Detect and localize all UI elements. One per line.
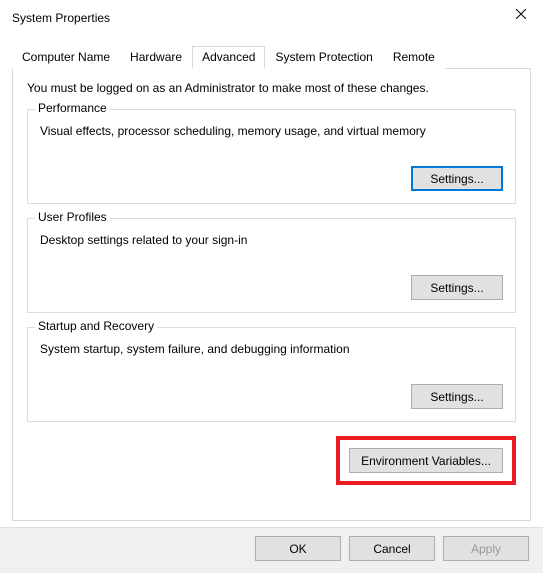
tab-content-advanced: You must be logged on as an Administrato… [12,68,531,521]
performance-group: Performance Visual effects, processor sc… [27,109,516,204]
admin-intro-text: You must be logged on as an Administrato… [27,81,516,95]
startup-recovery-desc: System startup, system failure, and debu… [40,342,503,356]
env-vars-highlight: Environment Variables... [336,436,516,485]
startup-recovery-group: Startup and Recovery System startup, sys… [27,327,516,422]
user-profiles-desc: Desktop settings related to your sign-in [40,233,503,247]
user-profiles-settings-button[interactable]: Settings... [411,275,503,300]
tab-system-protection[interactable]: System Protection [265,46,382,69]
titlebar: System Properties [0,0,543,36]
close-button[interactable] [499,0,543,29]
performance-settings-button[interactable]: Settings... [411,166,503,191]
close-icon [516,9,526,19]
user-profiles-button-row: Settings... [40,275,503,300]
performance-legend: Performance [35,101,110,115]
dialog-buttons: OK Cancel Apply [0,527,543,573]
tab-remote[interactable]: Remote [383,46,445,69]
startup-recovery-button-row: Settings... [40,384,503,409]
window-title: System Properties [12,11,110,25]
user-profiles-group: User Profiles Desktop settings related t… [27,218,516,313]
system-properties-window: System Properties Computer Name Hardware… [0,0,543,573]
tab-strip: Computer Name Hardware Advanced System P… [12,46,531,68]
ok-button[interactable]: OK [255,536,341,561]
env-vars-row: Environment Variables... [27,436,516,485]
user-profiles-legend: User Profiles [35,210,110,224]
tab-advanced[interactable]: Advanced [192,46,265,69]
performance-desc: Visual effects, processor scheduling, me… [40,124,503,138]
performance-button-row: Settings... [40,166,503,191]
startup-recovery-legend: Startup and Recovery [35,319,157,333]
environment-variables-button[interactable]: Environment Variables... [349,448,503,473]
apply-button[interactable]: Apply [443,536,529,561]
cancel-button[interactable]: Cancel [349,536,435,561]
tab-computer-name[interactable]: Computer Name [12,46,120,69]
startup-recovery-settings-button[interactable]: Settings... [411,384,503,409]
tab-hardware[interactable]: Hardware [120,46,192,69]
